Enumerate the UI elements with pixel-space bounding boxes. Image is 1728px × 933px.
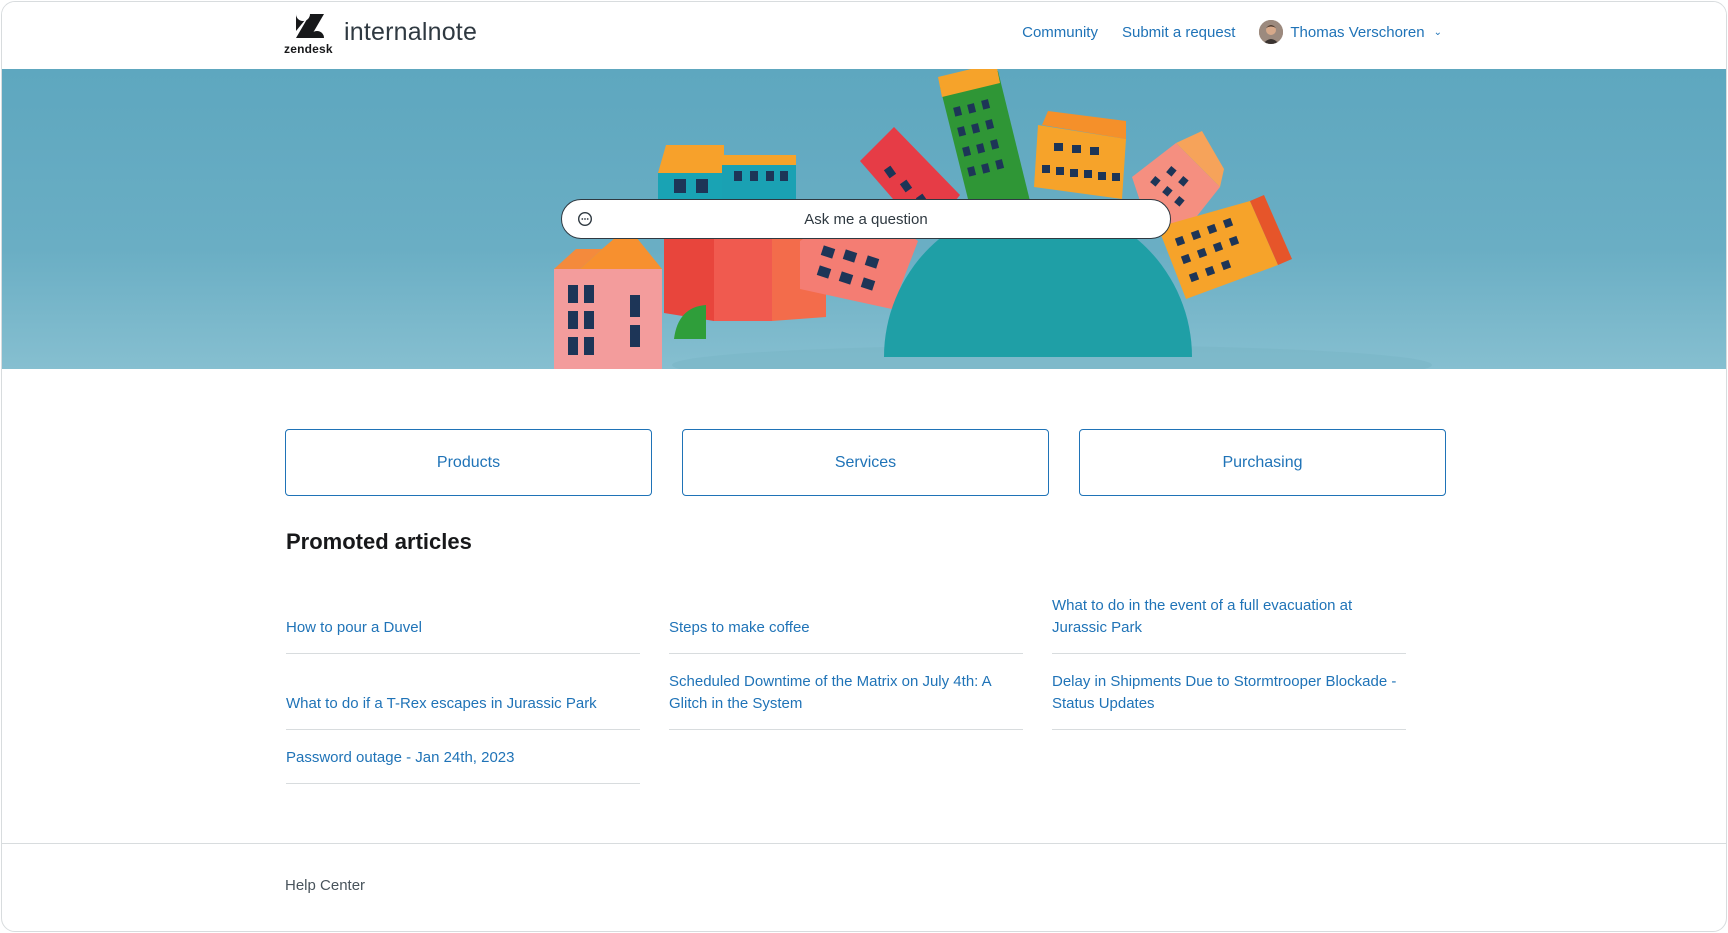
zendesk-logo-icon: zendesk xyxy=(284,14,338,56)
article-link[interactable]: How to pour a Duvel xyxy=(286,602,640,654)
user-menu[interactable]: Thomas Verschoren ⌄ xyxy=(1259,20,1442,44)
article-link[interactable]: What to do in the event of a full evacua… xyxy=(1052,580,1406,654)
search-placeholder: Ask me a question xyxy=(804,210,928,228)
category-products[interactable]: Products xyxy=(285,429,652,496)
avatar xyxy=(1259,20,1284,44)
header-nav: Community Submit a request Thomas Versch… xyxy=(1022,20,1442,44)
chevron-down-icon: ⌄ xyxy=(1433,26,1442,38)
nav-community-link[interactable]: Community xyxy=(1022,24,1098,41)
zendesk-wordmark: zendesk xyxy=(284,42,333,56)
search-input[interactable]: Ask me a question xyxy=(561,199,1171,239)
promoted-articles-title: Promoted articles xyxy=(286,529,472,554)
article-link[interactable]: Password outage - Jan 24th, 2023 xyxy=(286,732,640,784)
hero-banner: Ask me a question xyxy=(2,69,1726,369)
article-link[interactable]: Delay in Shipments Due to Stormtrooper B… xyxy=(1052,656,1406,730)
category-purchasing[interactable]: Purchasing xyxy=(1079,429,1446,496)
user-name: Thomas Verschoren xyxy=(1290,23,1425,41)
article-link[interactable]: Steps to make coffee xyxy=(669,602,1023,654)
article-link[interactable]: What to do if a T-Rex escapes in Jurassi… xyxy=(286,678,640,730)
browser-frame: zendesk internalnote Community Submit a … xyxy=(1,1,1727,932)
footer-help-center-link[interactable]: Help Center xyxy=(285,877,365,894)
chat-bubble-icon xyxy=(577,211,593,227)
site-footer: Help Center xyxy=(2,843,1726,931)
nav-submit-request-link[interactable]: Submit a request xyxy=(1122,24,1235,41)
brand-name: internalnote xyxy=(344,17,478,46)
category-services[interactable]: Services xyxy=(682,429,1049,496)
logo[interactable]: zendesk internalnote xyxy=(284,14,478,56)
site-header: zendesk internalnote Community Submit a … xyxy=(2,2,1726,69)
article-link[interactable]: Scheduled Downtime of the Matrix on July… xyxy=(669,656,1023,730)
